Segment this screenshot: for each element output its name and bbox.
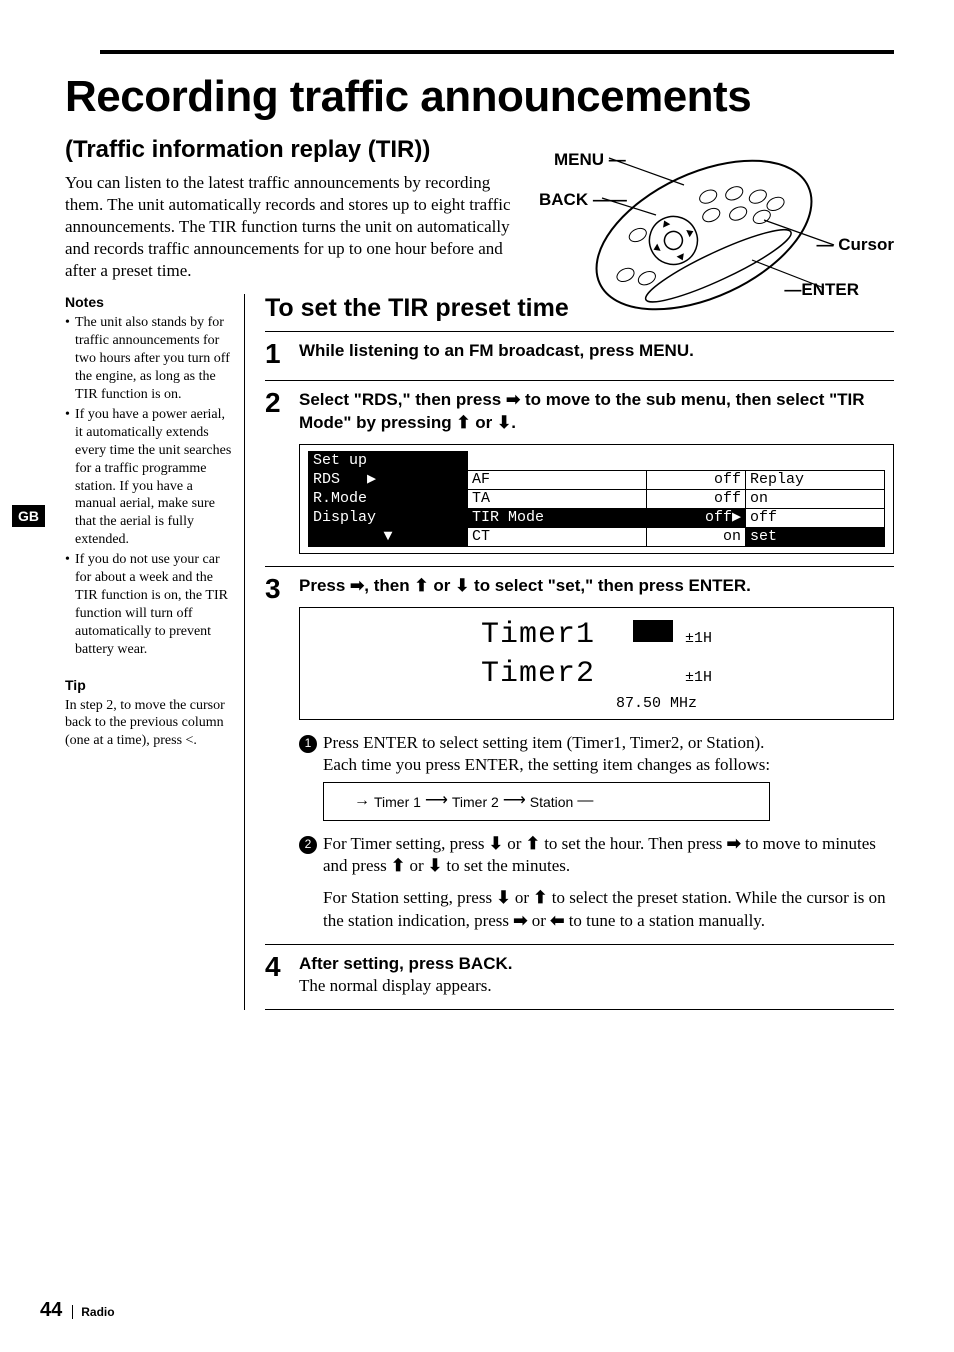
arrow-left-icon: ⬅ [550,911,564,930]
step-number: 1 [265,340,299,368]
step-1-text: While listening to an FM broadcast, pres… [299,341,694,360]
main-content: To set the TIR preset time 1 While liste… [245,294,894,1009]
arrow-right-icon: — [577,791,593,812]
page-number: 44 [40,1299,62,1322]
arrow-right-icon: ➡ [350,576,364,595]
remote-label-cursor: — Cursor [817,235,894,255]
language-tag: GB [12,505,45,527]
arrow-right-icon: ⟶ [503,791,526,812]
step-2: 2 Select "RDS," then press ➡ to move to … [265,380,894,565]
menu-display: Set up RDS ▶ AF off Replay R.Mode TA off [299,444,894,554]
arrow-right-icon: ⟶ [425,791,448,812]
substep-2: 2 For Timer setting, press ⬇ or ⬆ to set… [299,833,894,931]
arrow-down-icon: ⬇ [489,834,503,853]
step-1: 1 While listening to an FM broadcast, pr… [265,331,894,380]
footer-section: Radio [72,1305,114,1319]
arrow-up-icon: ⬆ [533,888,547,907]
intro-paragraph: You can listen to the latest traffic ann… [65,172,525,282]
page-title: Recording traffic announcements [65,72,894,122]
note-item: If you do not use your car for about a w… [65,551,232,658]
cursor-block-icon [633,620,673,642]
flow-diagram: → Timer 1 ⟶ Timer 2 ⟶ Station — [323,782,770,821]
circled-two-icon: 2 [299,836,317,854]
notes-heading: Notes [65,294,232,312]
arrow-up-icon: ⬆ [391,856,405,875]
step-4-heading: After setting, press BACK. [299,954,512,973]
tip-heading: Tip [65,677,232,695]
tip-text: In step 2, to move the cursor back to th… [65,697,232,751]
arrow-up-icon: ⬆ [414,576,428,595]
arrow-down-icon: ⬇ [496,888,510,907]
substep-1: 1 Press ENTER to select setting item (Ti… [299,732,894,821]
step-4: 4 After setting, press BACK. The normal … [265,944,894,1010]
page-subtitle: (Traffic information replay (TIR)) [65,136,430,164]
step-4-text: The normal display appears. [299,976,492,995]
step-number: 4 [265,953,299,997]
circled-one-icon: 1 [299,735,317,753]
remote-label-back: BACK —— [539,190,627,210]
remote-label-menu: MENU — [554,150,626,170]
sidebar-notes: Notes The unit also stands by for traffi… [65,294,245,1009]
page-footer: 44 Radio [40,1299,115,1322]
note-item: The unit also stands by for traffic anno… [65,314,232,404]
arrow-up-icon: ⬆ [456,413,470,432]
timer-display: Timer1 ±1H Timer2 ±1H 87.50 MHz [299,607,894,721]
remote-control-diagram: MENU — BACK —— — Cursor —ENTER [524,140,894,330]
step-number: 2 [265,389,299,553]
note-item: If you have a power aerial, it automatic… [65,406,232,549]
step-2-text: Select "RDS," then press ➡ to move to th… [299,390,865,431]
step-3-text: Press ➡, then ⬆ or ⬇ to select "set," th… [299,576,751,595]
arrow-right-icon: → [354,791,370,812]
arrow-right-icon: ➡ [513,911,527,930]
arrow-down-icon: ⬇ [497,413,511,432]
step-3: 3 Press ➡, then ⬆ or ⬇ to select "set," … [265,566,894,944]
arrow-up-icon: ⬆ [526,834,540,853]
arrow-down-icon: ⬇ [428,856,442,875]
arrow-right-icon: ➡ [727,834,741,853]
step-number: 3 [265,575,299,932]
arrow-right-icon: ➡ [506,390,520,409]
arrow-down-icon: ⬇ [455,576,469,595]
top-rule [100,50,894,54]
remote-label-enter: —ENTER [784,280,859,300]
